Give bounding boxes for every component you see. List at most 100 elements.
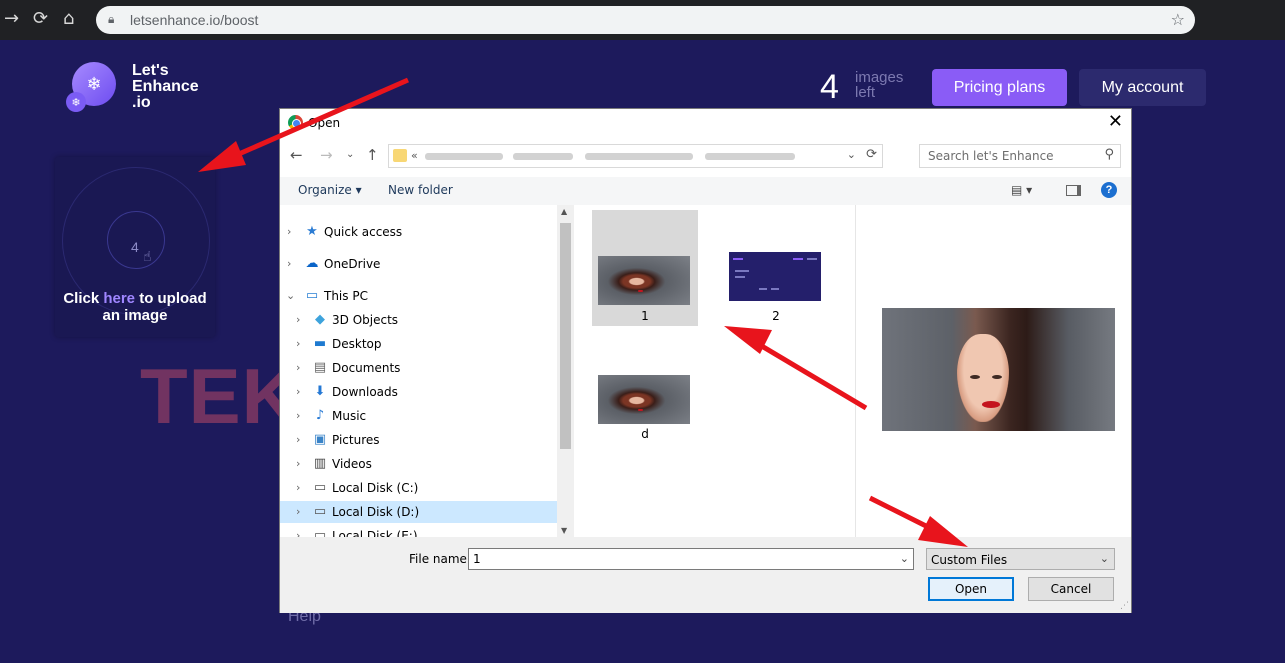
- upload-count: 4: [131, 239, 139, 255]
- nav-item-label: This PC: [324, 289, 368, 303]
- address-prefix: «: [411, 149, 418, 162]
- expand-chevron-icon[interactable]: ›: [296, 313, 300, 326]
- hand-pointer-icon: ☝: [143, 249, 152, 265]
- logo-text[interactable]: Let's Enhance .io: [132, 63, 212, 111]
- close-icon[interactable]: ✕: [1108, 111, 1123, 132]
- preview-pane-icon[interactable]: [1066, 185, 1081, 196]
- expand-chevron-icon[interactable]: ›: [287, 225, 291, 238]
- nav-item-local-disk-e[interactable]: › ▭ Local Disk (E:): [280, 525, 557, 537]
- blurred-path-segment: [425, 153, 503, 160]
- file-type-select[interactable]: Custom Files ⌄: [926, 548, 1115, 570]
- nav-item-label: Local Disk (E:): [332, 529, 418, 537]
- thumb-text-line: [759, 288, 767, 290]
- portrait-thumbnail: [598, 256, 690, 305]
- search-folder-input[interactable]: Search let's Enhance ⚲: [919, 144, 1121, 168]
- nav-item-quick-access[interactable]: › ★ Quick access: [280, 221, 557, 243]
- nav-item-documents[interactable]: › ▤ Documents: [280, 357, 557, 379]
- thumb-logo-mark: [733, 258, 743, 260]
- picture-icon: ▣: [313, 432, 327, 447]
- address-path-bar[interactable]: « ⌄ ⟳: [388, 144, 883, 168]
- expand-chevron-icon[interactable]: ›: [296, 505, 300, 518]
- nav-item-music[interactable]: › ♪ Music: [280, 405, 557, 427]
- search-icon: ⚲: [1104, 147, 1114, 162]
- expand-chevron-icon[interactable]: ›: [296, 529, 300, 537]
- file-name-dropdown-chevron-icon[interactable]: ⌄: [900, 549, 909, 569]
- reload-icon[interactable]: ⟳: [33, 8, 48, 30]
- screenshot-thumbnail: [729, 252, 821, 301]
- thumb-text-line: [735, 276, 745, 278]
- upload-text-before: Click: [63, 290, 104, 307]
- cancel-button[interactable]: Cancel: [1028, 577, 1114, 601]
- expand-chevron-icon[interactable]: ›: [296, 385, 300, 398]
- upload-instructions: Click here to upload an image: [55, 290, 215, 324]
- credits-label-line-2: left: [855, 84, 876, 101]
- blurred-path-segment: [585, 153, 693, 160]
- scrollbar-thumb[interactable]: [560, 223, 571, 449]
- expand-chevron-icon[interactable]: ›: [296, 337, 300, 350]
- my-account-button[interactable]: My account: [1079, 69, 1206, 106]
- open-button[interactable]: Open: [928, 577, 1014, 601]
- back-arrow-icon[interactable]: ←: [290, 146, 303, 164]
- change-view-icon[interactable]: ▤ ▾: [1011, 183, 1032, 197]
- nav-item-desktop[interactable]: › ▬ Desktop: [280, 333, 557, 355]
- download-icon: ⬇: [314, 384, 326, 399]
- credits-count: 4: [820, 68, 839, 106]
- up-folder-icon[interactable]: ↑: [366, 146, 379, 164]
- folder-icon: [393, 149, 407, 162]
- new-folder-button[interactable]: New folder: [388, 183, 453, 197]
- nav-item-onedrive[interactable]: › ☁ OneDrive: [280, 253, 557, 275]
- forward-icon[interactable]: →: [4, 8, 19, 30]
- lock-icon: 🔒︎: [108, 12, 115, 26]
- help-icon[interactable]: ?: [1101, 182, 1117, 198]
- home-icon[interactable]: ⌂: [63, 8, 74, 30]
- scroll-up-icon[interactable]: ▲: [561, 207, 567, 216]
- expand-chevron-icon[interactable]: ›: [287, 257, 291, 270]
- nav-item-local-disk-c[interactable]: › ▭ Local Disk (C:): [280, 477, 557, 499]
- collapse-chevron-icon[interactable]: ⌄: [286, 289, 295, 302]
- file-type-value: Custom Files: [931, 553, 1008, 567]
- navigation-scrollbar[interactable]: ▲ ▼: [557, 205, 574, 537]
- logo-small-snowflake-icon: ❄: [66, 92, 86, 112]
- drive-icon: ▭: [313, 504, 327, 519]
- portrait-thumbnail: [598, 375, 690, 424]
- scroll-down-icon[interactable]: ▼: [561, 526, 567, 535]
- nav-item-label: Downloads: [332, 385, 398, 399]
- open-file-dialog: Open ✕ ← → ⌄ ↑ « ⌄ ⟳ Search let's Enhanc…: [279, 108, 1132, 613]
- expand-chevron-icon[interactable]: ›: [296, 433, 300, 446]
- file-item-2[interactable]: 2: [723, 210, 829, 326]
- nav-item-label: Pictures: [332, 433, 380, 447]
- forward-arrow-icon[interactable]: →: [320, 146, 333, 164]
- url-text: letsenhance.io/boost: [130, 12, 259, 28]
- refresh-icon[interactable]: ⟳: [866, 147, 877, 162]
- resize-grip-icon[interactable]: ⋰: [1120, 601, 1129, 611]
- upload-here-link[interactable]: here: [103, 290, 135, 307]
- credits-label: images left: [855, 70, 925, 100]
- nav-item-pictures[interactable]: › ▣ Pictures: [280, 429, 557, 451]
- nav-item-3d-objects[interactable]: › ◆ 3D Objects: [280, 309, 557, 331]
- file-list-divider: [855, 205, 856, 537]
- nav-item-label: Music: [332, 409, 367, 423]
- expand-chevron-icon[interactable]: ›: [296, 361, 300, 374]
- expand-chevron-icon[interactable]: ›: [296, 457, 300, 470]
- nav-item-videos[interactable]: › ▥ Videos: [280, 453, 557, 475]
- pricing-plans-button[interactable]: Pricing plans: [932, 69, 1067, 106]
- organize-menu[interactable]: Organize ▾: [298, 183, 362, 197]
- file-item-d[interactable]: d: [592, 329, 698, 445]
- expand-chevron-icon[interactable]: ›: [296, 481, 300, 494]
- bookmark-star-icon[interactable]: ☆: [1171, 10, 1185, 29]
- file-name-input[interactable]: 1 ⌄: [468, 548, 914, 570]
- blurred-path-segment: [513, 153, 573, 160]
- recent-locations-chevron-icon[interactable]: ⌄: [346, 149, 354, 160]
- nav-item-label: Desktop: [332, 337, 382, 351]
- nav-item-label: Videos: [332, 457, 372, 471]
- browser-toolbar: → ⟳ ⌂ 🔒︎ letsenhance.io/boost ☆: [0, 0, 1285, 40]
- chrome-icon: [288, 115, 303, 130]
- expand-chevron-icon[interactable]: ›: [296, 409, 300, 422]
- file-item-1[interactable]: 1: [592, 210, 698, 326]
- address-dropdown-chevron-icon[interactable]: ⌄: [847, 148, 856, 161]
- nav-item-downloads[interactable]: › ⬇ Downloads: [280, 381, 557, 403]
- nav-item-this-pc[interactable]: ⌄ ▭ This PC: [280, 285, 557, 307]
- nav-item-local-disk-d[interactable]: › ▭ Local Disk (D:): [280, 501, 557, 523]
- address-bar[interactable]: 🔒︎ letsenhance.io/boost ☆: [96, 6, 1195, 34]
- upload-card[interactable]: 4 ☝ Click here to upload an image: [55, 157, 215, 337]
